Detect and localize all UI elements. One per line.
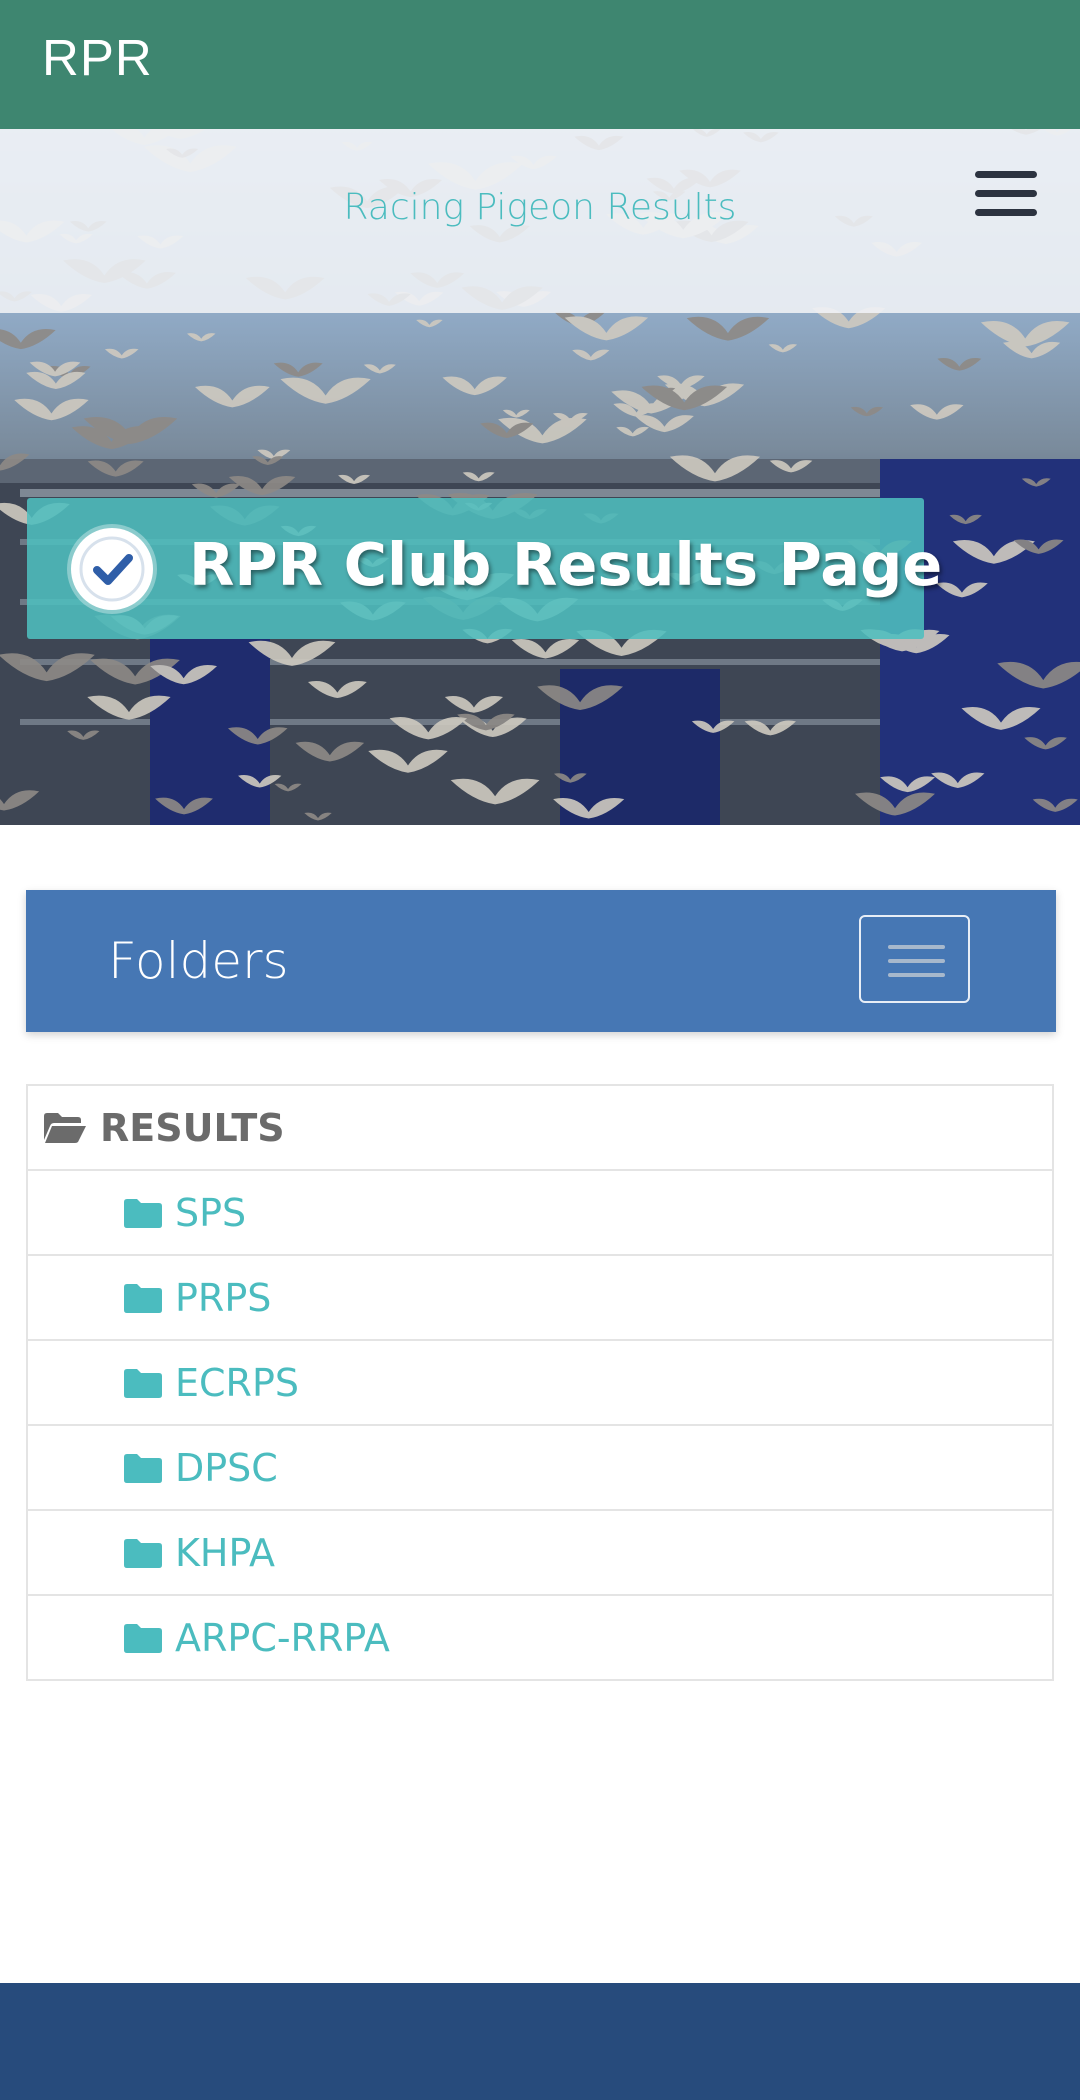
- folder-item[interactable]: SPS: [28, 1171, 1052, 1256]
- folders-header: Folders: [26, 890, 1056, 1032]
- folder-item-label: DPSC: [175, 1446, 278, 1490]
- folder-icon: [124, 1284, 162, 1313]
- folder-tree: RESULTS SPS PRPS ECRPS DPSC KHPA ARPC-RRPA: [26, 1084, 1054, 1681]
- folder-icon: [124, 1539, 162, 1568]
- header-strip: Racing Pigeon Results: [0, 129, 1080, 313]
- folder-icon: [124, 1199, 162, 1228]
- page-title-banner: RPR Club Results Page: [27, 498, 942, 639]
- folder-icon: [124, 1624, 162, 1653]
- folder-item[interactable]: ECRPS: [28, 1341, 1052, 1426]
- footer: [0, 1983, 1080, 2100]
- folder-item-label: ECRPS: [175, 1361, 299, 1405]
- folder-icon: [124, 1369, 162, 1398]
- app-bar: RPR: [0, 0, 1080, 129]
- site-tagline[interactable]: Racing Pigeon Results: [0, 187, 1080, 228]
- check-circle-icon: [71, 528, 153, 610]
- folder-item-label: SPS: [175, 1191, 247, 1235]
- page-title: RPR Club Results Page: [189, 530, 943, 599]
- folder-item[interactable]: DPSC: [28, 1426, 1052, 1511]
- folder-item[interactable]: ARPC-RRPA: [28, 1596, 1052, 1681]
- folder-open-icon: [44, 1113, 86, 1143]
- folders-title: Folders: [108, 932, 289, 990]
- menu-hamburger-icon[interactable]: [975, 169, 1037, 221]
- folder-item-label: KHPA: [175, 1531, 275, 1575]
- app-title[interactable]: RPR: [42, 28, 153, 87]
- folder-item[interactable]: KHPA: [28, 1511, 1052, 1596]
- folder-icon: [124, 1454, 162, 1483]
- folder-root-results[interactable]: RESULTS: [28, 1086, 1052, 1171]
- folders-toggle-button[interactable]: [859, 915, 970, 1003]
- folder-item[interactable]: PRPS: [28, 1256, 1052, 1341]
- hero-section: Racing Pigeon Results RPR Club Results P…: [0, 129, 1080, 825]
- folder-root-label: RESULTS: [100, 1106, 285, 1150]
- folder-item-label: ARPC-RRPA: [175, 1616, 390, 1660]
- folder-item-label: PRPS: [175, 1276, 272, 1320]
